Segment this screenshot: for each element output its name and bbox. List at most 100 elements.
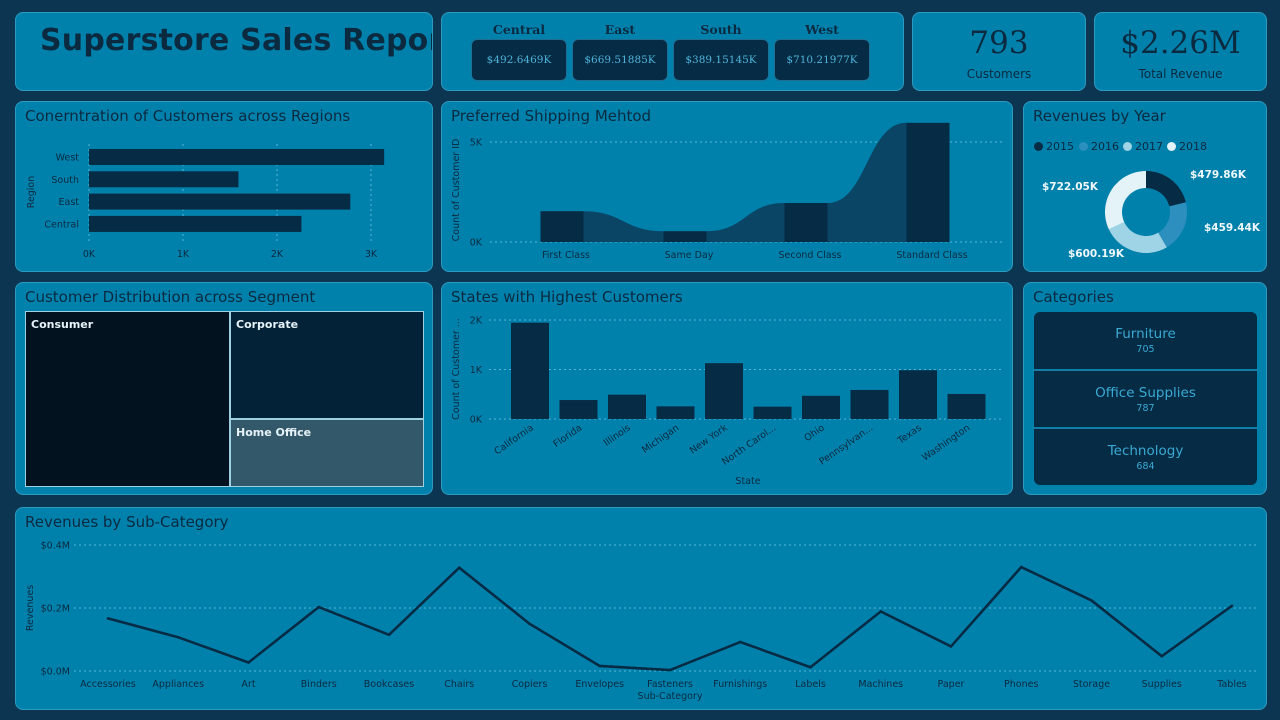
- x-tick-label: Ohio: [802, 422, 826, 444]
- revenue-point: [738, 640, 742, 644]
- x-tick-label: Envelopes: [575, 679, 624, 690]
- region-kpi-value: $389.15145K: [673, 39, 769, 81]
- y-tick-label: 2K: [470, 316, 483, 327]
- treemap-label: Consumer: [31, 318, 94, 331]
- category-count: 787: [1136, 403, 1155, 414]
- shipping-ribbon-area: [583, 122, 907, 242]
- x-tick-label: Binders: [301, 679, 337, 690]
- revenue-series-line: [107, 565, 1233, 672]
- report-title: Superstore Sales Report: [40, 23, 433, 58]
- region-kpi-east[interactable]: East $669.51885K: [572, 21, 668, 81]
- x-tick-label: 1K: [177, 249, 190, 260]
- x-tick-label: Furnishings: [713, 679, 767, 690]
- subcat-line-chart[interactable]: $0.0M $0.2M $0.4M Accessories Appliances Art B…: [16, 508, 1267, 710]
- x-tick-label: Second Class: [779, 250, 842, 261]
- region-bar: [89, 171, 239, 188]
- region-revenue-card: Central $492.6469K East $669.51885K Sout…: [441, 12, 904, 91]
- revenue-point: [598, 664, 602, 668]
- x-tick-label: Chairs: [444, 679, 474, 690]
- y-axis-title: Count of Customer ...: [451, 318, 462, 420]
- states-chart[interactable]: 0K1K2KCalifornia Florida Illinois Michigan N…: [442, 283, 1013, 495]
- x-tick-label: Illinois: [602, 422, 633, 448]
- y-axis-title: Revenues: [25, 585, 36, 631]
- region-kpi-value: $669.51885K: [572, 39, 668, 81]
- x-tick-label: First Class: [542, 250, 590, 261]
- subcat-chart-card: Revenues by Sub-Category $0.0M $0.2M $0.4M…: [15, 507, 1267, 710]
- revenue-kpi-label: Total Revenue: [1138, 67, 1223, 81]
- state-bar: [559, 400, 598, 419]
- treemap-label: Home Office: [236, 426, 312, 439]
- revenue-point: [528, 622, 531, 626]
- segment-chart-title: Customer Distribution across Segment: [25, 288, 316, 306]
- y-tick-label: 5K: [470, 138, 483, 149]
- state-bar: [511, 322, 549, 419]
- state-bar: [753, 406, 792, 419]
- region-kpi-name: South: [700, 22, 742, 37]
- x-tick-label: Michigan: [640, 422, 681, 455]
- x-axis-title: Sub-Category: [638, 691, 703, 702]
- treemap-cell-corporate[interactable]: Corporate: [230, 311, 424, 419]
- category-count: 705: [1136, 344, 1155, 355]
- revenue-point: [1090, 599, 1093, 602]
- regions-chart-card: Conerntration of Customers across Region…: [15, 101, 433, 272]
- regions-chart[interactable]: 0K 1K 2K 3K West South East Central Region: [16, 102, 433, 272]
- x-tick-label: Storage: [1073, 679, 1110, 690]
- y-tick-label: Central: [44, 219, 79, 230]
- segment-chart-card: Customer Distribution across Segment Con…: [15, 282, 433, 495]
- shipping-bar: [906, 122, 950, 242]
- x-tick-label: Copiers: [512, 679, 548, 690]
- category-card-office-supplies[interactable]: Office Supplies 787: [1034, 370, 1257, 427]
- x-tick-label: 2K: [271, 249, 284, 260]
- category-card-furniture[interactable]: Furniture 705: [1034, 312, 1257, 369]
- y-tick-label: 0K: [470, 238, 483, 249]
- category-count: 684: [1136, 461, 1155, 472]
- region-kpi-central[interactable]: Central $492.6469K: [471, 21, 567, 81]
- region-bar: [89, 193, 351, 210]
- customers-kpi-card: 793 Customers: [912, 12, 1086, 91]
- state-bar: [608, 394, 646, 419]
- revenue-point: [1019, 565, 1023, 569]
- category-card-technology[interactable]: Technology 684: [1034, 428, 1257, 485]
- x-tick-label: Art: [241, 679, 255, 690]
- treemap-cell-consumer[interactable]: Consumer: [25, 311, 230, 487]
- revenue-point: [668, 668, 672, 672]
- x-tick-label: Accessories: [80, 679, 136, 690]
- revenue-point: [1160, 654, 1164, 658]
- region-kpi-name: East: [604, 22, 636, 37]
- revenue-point: [176, 635, 180, 639]
- state-bar: [947, 393, 986, 419]
- shipping-chart-card: Preferred Shipping Mehtod 0K 5K First Clas…: [441, 101, 1013, 272]
- revenue-point: [457, 566, 461, 569]
- donut-value-label-2016: $459.44K: [1204, 222, 1260, 234]
- x-tick-label: Pennsylvan...: [817, 422, 875, 467]
- shipping-bar: [663, 231, 707, 242]
- x-tick-label: Machines: [858, 679, 903, 690]
- x-tick-label: Same Day: [665, 250, 714, 261]
- state-bar: [705, 363, 743, 419]
- x-tick-label: 3K: [365, 249, 378, 260]
- state-bar: [850, 389, 889, 419]
- x-tick-label: Florida: [551, 422, 584, 450]
- y-tick-label: West: [56, 153, 80, 164]
- region-kpi-south[interactable]: South $389.15145K: [673, 21, 769, 81]
- revenue-point: [106, 617, 110, 620]
- report-title-card: Superstore Sales Report: [15, 12, 433, 91]
- y-tick-label: 1K: [470, 365, 483, 376]
- x-tick-label: North Carol...: [720, 422, 778, 467]
- y-tick-label: $0.0M: [41, 667, 70, 678]
- treemap-cell-home-office[interactable]: Home Office: [230, 419, 424, 487]
- revenue-point: [247, 661, 250, 664]
- y-tick-label: East: [59, 197, 80, 208]
- y-tick-label: 0K: [470, 415, 483, 426]
- revenue-point: [387, 633, 391, 637]
- region-kpi-west[interactable]: West $710.21977K: [774, 21, 870, 81]
- region-kpi-value: $710.21977K: [774, 39, 870, 81]
- shipping-chart[interactable]: 0K 5K First Class Same Day Second Class Stand…: [442, 102, 1013, 272]
- x-tick-label: Phones: [1004, 679, 1038, 690]
- customers-kpi-label: Customers: [966, 67, 1032, 81]
- donut-value-label-2015: $479.86K: [1190, 169, 1246, 181]
- state-bar: [802, 395, 840, 419]
- donut-slice: [1146, 171, 1186, 207]
- x-tick-label: Supplies: [1142, 679, 1182, 690]
- y-tick-label: $0.4M: [41, 541, 70, 552]
